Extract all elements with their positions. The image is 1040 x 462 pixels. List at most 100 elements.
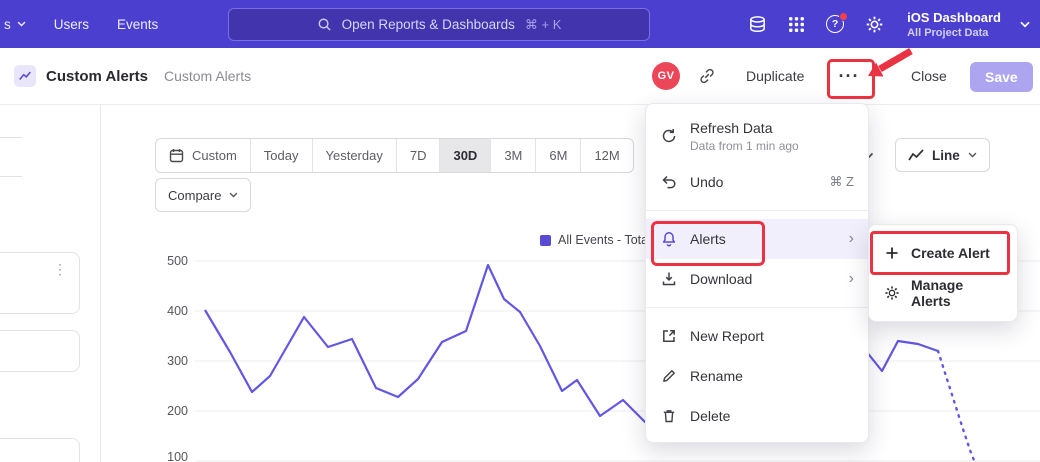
plus-icon: [883, 246, 901, 260]
settings-gear-icon[interactable]: [864, 14, 884, 34]
chevron-down-icon: [17, 21, 26, 27]
new-report-icon: [660, 328, 678, 344]
submenu-item-create-alert[interactable]: Create Alert: [869, 233, 1017, 273]
menu-item-undo[interactable]: Undo ⌘ Z: [646, 162, 868, 202]
search-shortcut: ⌘ + K: [525, 17, 562, 33]
menu-item-shortcut: ⌘ Z: [829, 174, 854, 190]
y-tick: 100: [167, 450, 188, 462]
sidebar-separator: [0, 176, 22, 177]
alerts-submenu: Create Alert Manage Alerts: [868, 224, 1018, 322]
project-chevron-down-icon: [1020, 21, 1030, 28]
nav-item-users[interactable]: Users: [54, 17, 89, 32]
search-placeholder: Open Reports & Dashboards: [342, 17, 515, 32]
menu-item-label: Rename: [690, 368, 743, 384]
chart-line-dotted: [938, 351, 977, 462]
date-range-12m[interactable]: 12M: [581, 139, 632, 172]
report-header: Custom Alerts Custom Alerts GV Duplicate…: [0, 48, 1040, 105]
avatar[interactable]: GV: [652, 62, 680, 90]
y-tick: 300: [167, 354, 188, 368]
menu-item-label: New Report: [690, 328, 764, 344]
sidebar-card[interactable]: ⋮: [0, 252, 80, 314]
submenu-item-label: Create Alert: [911, 245, 990, 261]
date-custom-button[interactable]: Custom: [156, 139, 251, 172]
close-button[interactable]: Close: [911, 68, 947, 84]
date-custom-label: Custom: [192, 148, 237, 163]
menu-separator: [646, 307, 868, 308]
undo-icon: [660, 174, 678, 190]
menu-item-label: Delete: [690, 408, 730, 424]
y-tick: 500: [167, 254, 188, 268]
pencil-icon: [660, 368, 678, 384]
chart-legend[interactable]: All Events - Total: [540, 233, 651, 247]
date-range-3m[interactable]: 3M: [491, 139, 536, 172]
submenu-item-manage-alerts[interactable]: Manage Alerts: [869, 273, 1017, 313]
sidebar-separator: [0, 137, 22, 138]
kebab-menu-icon[interactable]: ⋮: [53, 261, 67, 278]
data-icon[interactable]: [747, 14, 767, 34]
nav-item-events[interactable]: Events: [117, 17, 158, 32]
menu-item-delete[interactable]: Delete: [646, 396, 868, 436]
calendar-icon: [169, 148, 184, 163]
menu-item-new-report[interactable]: New Report: [646, 316, 868, 356]
y-tick: 400: [167, 304, 188, 318]
apps-grid-icon[interactable]: [786, 14, 806, 34]
report-header-left: Custom Alerts Custom Alerts: [14, 48, 251, 104]
y-tick: 200: [167, 404, 188, 418]
menu-item-sublabel: Data from 1 min ago: [690, 139, 799, 153]
trash-icon: [660, 408, 678, 424]
save-button[interactable]: Save: [970, 62, 1033, 92]
date-range-yesterday[interactable]: Yesterday: [313, 139, 397, 172]
more-options-button[interactable]: ···: [831, 61, 867, 91]
notification-dot: [839, 12, 848, 21]
search-icon: [317, 17, 332, 32]
sidebar-card[interactable]: [0, 438, 80, 462]
menu-item-label: Undo: [690, 174, 723, 190]
top-nav: s Users Events Open Reports & Dashboards…: [0, 0, 1040, 48]
bell-icon: [660, 231, 678, 247]
menu-item-download[interactable]: Download ›: [646, 259, 868, 299]
menu-item-alerts[interactable]: Alerts ›: [646, 219, 868, 259]
menu-item-label: Alerts: [690, 231, 726, 247]
menu-item-label: Download: [690, 271, 752, 287]
report-icon: [14, 65, 36, 87]
duplicate-button[interactable]: Duplicate: [746, 68, 804, 84]
chart-type-button[interactable]: Line: [895, 138, 990, 172]
chevron-right-icon: ›: [849, 271, 854, 287]
menu-item-rename[interactable]: Rename: [646, 356, 868, 396]
legend-swatch: [540, 235, 551, 246]
project-subtitle: All Project Data: [907, 27, 1001, 39]
help-icon[interactable]: ?: [825, 14, 845, 34]
compare-label: Compare: [168, 188, 221, 203]
menu-separator: [646, 210, 868, 211]
app-window: s Users Events Open Reports & Dashboards…: [0, 0, 1040, 462]
submenu-item-label: Manage Alerts: [911, 277, 1003, 309]
legend-label: All Events - Total: [558, 233, 651, 247]
date-range-group: Custom Today Yesterday 7D 30D 3M 6M 12M: [155, 138, 634, 173]
global-search-input[interactable]: Open Reports & Dashboards ⌘ + K: [228, 8, 650, 41]
date-range-30d[interactable]: 30D: [440, 139, 491, 172]
date-range-7d[interactable]: 7D: [397, 139, 441, 172]
project-switcher[interactable]: iOS Dashboard All Project Data: [907, 10, 1001, 39]
chevron-down-icon: [968, 152, 977, 158]
line-chart-icon: [908, 149, 924, 162]
compare-button[interactable]: Compare: [155, 178, 251, 212]
nav-item-boards-label: s: [4, 17, 11, 32]
page-title: Custom Alerts: [46, 68, 148, 85]
menu-item-refresh-data[interactable]: Refresh Data Data from 1 min ago: [646, 110, 868, 162]
refresh-icon: [660, 128, 678, 144]
chart-type-label: Line: [932, 148, 960, 163]
sidebar-card[interactable]: [0, 330, 80, 372]
download-icon: [660, 271, 678, 287]
nav-item-boards[interactable]: s: [4, 17, 26, 32]
gear-icon: [883, 285, 901, 301]
nav-left: s Users Events: [0, 0, 158, 48]
chevron-down-icon: [229, 192, 238, 198]
date-range-today[interactable]: Today: [251, 139, 313, 172]
nav-right: ? iOS Dashboard All Project Data: [747, 0, 1030, 48]
sidebar-divider: [100, 104, 101, 462]
date-range-6m[interactable]: 6M: [536, 139, 581, 172]
copy-link-icon[interactable]: [698, 67, 716, 90]
chevron-right-icon: ›: [849, 231, 854, 247]
menu-item-label: Refresh Data: [690, 120, 799, 136]
context-menu: Refresh Data Data from 1 min ago Undo ⌘ …: [645, 103, 869, 443]
